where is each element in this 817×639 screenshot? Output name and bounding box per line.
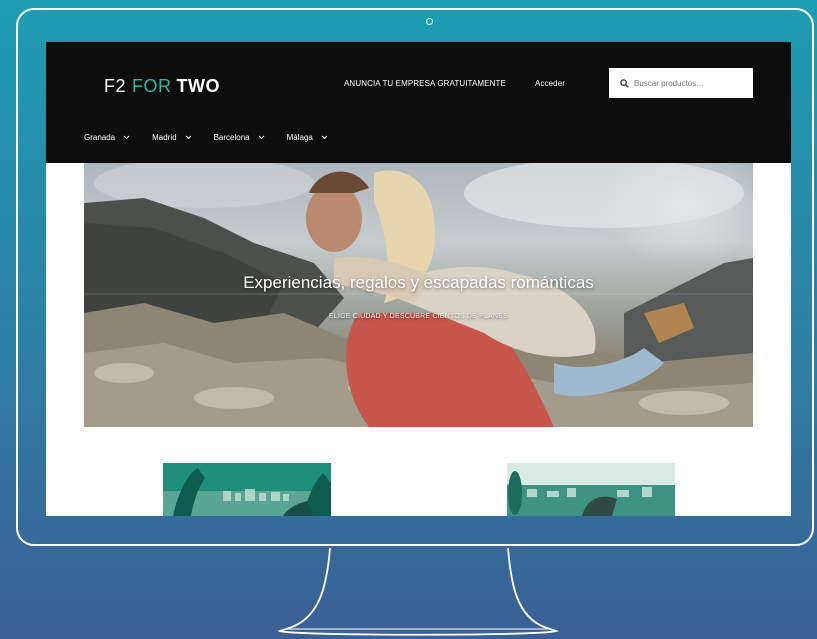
city-menu-madrid[interactable]: Madrid	[152, 133, 191, 142]
city-card-image[interactable]	[163, 463, 331, 516]
site-logo[interactable]: F2 FOR TWO	[104, 76, 220, 97]
city-menu-granada[interactable]: Granada	[84, 133, 130, 142]
advertise-link[interactable]: ANUNCIA TU EMPRESA GRATUITAMENTE	[344, 79, 506, 88]
search-box[interactable]	[609, 68, 753, 98]
site-header: F2 FOR TWO ANUNCIA TU EMPRESA GRATUITAME…	[46, 42, 791, 163]
search-icon	[620, 78, 629, 88]
city-card-photo	[507, 463, 675, 516]
city-menu-malaga[interactable]: Málaga	[287, 133, 328, 142]
logo-mark: F2	[104, 76, 127, 96]
browser-screen: F2 FOR TWO ANUNCIA TU EMPRESA GRATUITAME…	[46, 42, 791, 516]
city-card-photo	[163, 463, 331, 516]
logo-word-two: TWO	[176, 76, 221, 96]
city-menu-barcelona[interactable]: Barcelona	[214, 133, 265, 142]
chevron-down-icon	[321, 135, 328, 140]
city-card-image[interactable]	[507, 463, 675, 516]
city-label: Granada	[84, 133, 116, 142]
hero-banner[interactable]: Experiencias, regalos y escapadas románt…	[84, 163, 753, 427]
logo-word-for: FOR	[132, 76, 172, 96]
city-nav: Granada Madrid Barcelona Málaga	[84, 133, 350, 142]
city-label: Madrid	[152, 133, 177, 142]
city-label: Barcelona	[213, 133, 250, 142]
chevron-down-icon	[185, 135, 191, 140]
hero-subtitle[interactable]: ELIGE CIUDAD Y DESCUBRE CIENTOS DE PLANE…	[84, 313, 753, 320]
hero-title: Experiencias, regalos y escapadas románt…	[243, 273, 594, 292]
city-label: Málaga	[286, 133, 313, 142]
chevron-down-icon	[123, 135, 130, 140]
login-link[interactable]: Acceder	[535, 79, 565, 88]
hero-image	[84, 163, 753, 427]
chevron-down-icon	[258, 135, 265, 140]
search-input[interactable]	[634, 78, 744, 88]
